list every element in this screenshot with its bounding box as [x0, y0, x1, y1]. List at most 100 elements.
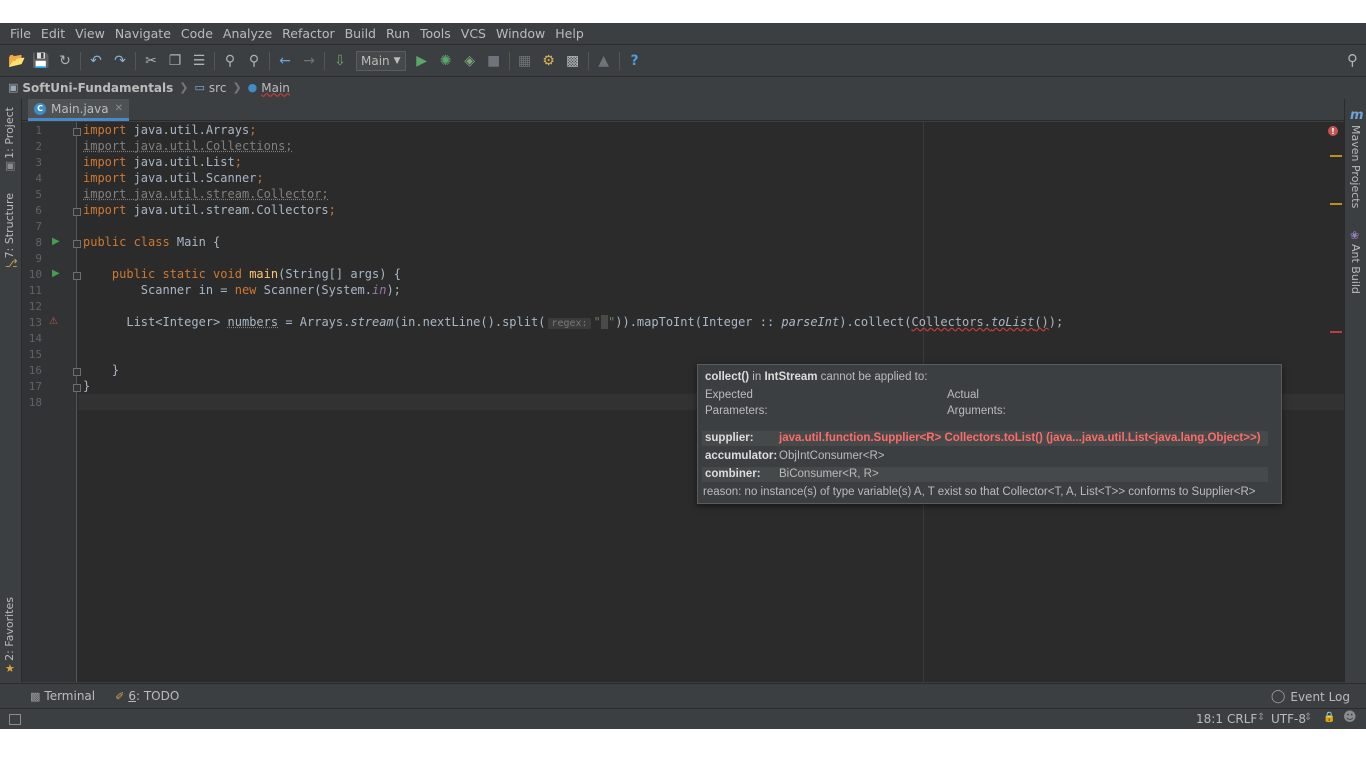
class-icon: ●: [247, 81, 258, 94]
caret-position[interactable]: 18:1: [1196, 712, 1223, 726]
class-icon: C: [34, 102, 46, 115]
menu-build[interactable]: Build: [340, 23, 381, 44]
cut-icon[interactable]: ✂: [139, 49, 163, 73]
settings-icon[interactable]: ⚙: [537, 49, 561, 73]
tool-tab-favorites[interactable]: 2: Favorites: [3, 597, 16, 661]
breadcrumb-folder[interactable]: ▭ src: [195, 81, 227, 95]
undo-icon[interactable]: ↶: [84, 49, 108, 73]
open-folder-icon[interactable]: 📂: [5, 49, 29, 73]
menu-file[interactable]: File: [5, 23, 36, 44]
toolbar-separator: [269, 51, 270, 70]
menu-navigate[interactable]: Navigate: [110, 23, 176, 44]
run-gutter-icon[interactable]: ▶: [52, 236, 60, 247]
forward-icon[interactable]: →: [297, 49, 321, 73]
tool-tab-terminal[interactable]: ▩ Terminal: [30, 689, 95, 703]
find-icon[interactable]: ⚲: [218, 49, 242, 73]
debug-icon[interactable]: ✺: [434, 49, 458, 73]
line-number: 4: [35, 172, 42, 185]
code-text: }: [83, 379, 91, 393]
tool-tab-maven-projects[interactable]: Maven Projects: [1349, 125, 1362, 208]
menu-edit[interactable]: Edit: [36, 23, 70, 44]
breadcrumb-project[interactable]: ▣ SoftUni-Fundamentals: [8, 81, 173, 95]
fold-marker[interactable]: [73, 240, 81, 248]
unused-variable: numbers: [227, 315, 279, 329]
tool-tab-project[interactable]: 1: Project: [3, 107, 16, 159]
line-number: 2: [35, 140, 42, 153]
toggle-tool-windows-icon[interactable]: [9, 714, 21, 725]
keyword: import: [83, 171, 127, 185]
project-structure-icon[interactable]: ▦: [513, 49, 537, 73]
copy-icon[interactable]: ❐: [163, 49, 187, 73]
menu-analyze[interactable]: Analyze: [218, 23, 277, 44]
toolbar-separator: [214, 51, 215, 70]
warning-stripe-marker[interactable]: [1330, 203, 1342, 205]
error-stripe-marker[interactable]: [1330, 331, 1342, 333]
run-configuration-select[interactable]: Main ▼: [356, 50, 406, 71]
line-number: 11: [28, 284, 42, 297]
code-text: );: [1048, 315, 1064, 329]
tool-tab-todo[interactable]: ✐ 6: TODO: [115, 689, 179, 703]
line-number: 8: [35, 236, 42, 249]
toolbar-separator: [587, 51, 589, 70]
line-separator[interactable]: CRLF: [1227, 712, 1257, 726]
project-folder-icon: ▣: [8, 81, 19, 94]
menu-view[interactable]: View: [70, 23, 110, 44]
star-icon: ★: [5, 662, 15, 675]
line-number: 17: [28, 380, 42, 393]
tool-tab-ant-build[interactable]: Ant Build: [1349, 244, 1362, 294]
tooltip-actual-label: Actual: [947, 389, 979, 401]
warning-stripe-marker[interactable]: [1330, 155, 1342, 157]
menu-run[interactable]: Run: [381, 23, 415, 44]
sdk-icon[interactable]: ▩: [561, 49, 585, 73]
synchronize-icon[interactable]: ↻: [53, 49, 77, 73]
code-line: import java.util.List;: [83, 154, 242, 170]
save-all-icon[interactable]: 💾: [29, 49, 53, 73]
chevron-down-icon: ▼: [393, 55, 401, 66]
make-project-icon[interactable]: ⇩: [328, 49, 352, 73]
left-tool-strip: ▣ 1: Project ⎇ 7: Structure 2: Favorites…: [0, 99, 22, 682]
bottom-tool-bar: ▩ Terminal ✐ 6: TODO ◯ Event Log: [0, 683, 1366, 708]
tooltip-param-label: combiner:: [705, 468, 761, 480]
breadcrumb-file[interactable]: ● Main: [248, 81, 290, 95]
menu-window[interactable]: Window: [491, 23, 550, 44]
fold-marker[interactable]: [73, 208, 81, 216]
fold-marker[interactable]: [73, 368, 81, 376]
vcs-icon[interactable]: ▲: [592, 49, 616, 73]
menu-help[interactable]: Help: [550, 23, 589, 44]
redo-icon[interactable]: ↷: [108, 49, 132, 73]
line-number: 7: [35, 220, 42, 233]
run-with-coverage-icon[interactable]: ◈: [458, 49, 482, 73]
back-icon[interactable]: ←: [273, 49, 297, 73]
search-everywhere-icon[interactable]: ⚲: [1347, 51, 1358, 69]
run-icon[interactable]: ▶: [410, 49, 434, 73]
error-gutter-icon[interactable]: ⚠: [49, 316, 58, 327]
menu-code[interactable]: Code: [176, 23, 218, 44]
code-line: import java.util.Arrays;: [83, 122, 256, 138]
hector-icon[interactable]: ☻: [1343, 710, 1357, 725]
tool-tab-structure[interactable]: 7: Structure: [3, 193, 16, 258]
breadcrumb: ▣ SoftUni-Fundamentals ❯ ▭ src ❯ ● Main: [0, 76, 1366, 98]
run-gutter-icon[interactable]: ▶: [52, 268, 60, 279]
tool-tab-event-log[interactable]: ◯ Event Log: [1271, 689, 1350, 704]
paste-icon[interactable]: ☰: [187, 49, 211, 73]
close-icon[interactable]: ✕: [115, 103, 123, 114]
menu-tools[interactable]: Tools: [415, 23, 456, 44]
fold-marker[interactable]: [73, 128, 81, 136]
stop-icon[interactable]: ■: [482, 49, 506, 73]
todo-number: 6: [128, 689, 136, 703]
lock-icon[interactable]: 🔒: [1323, 712, 1335, 723]
fold-marker[interactable]: [73, 272, 81, 280]
tooltip-expected-label: Expected: [705, 389, 753, 401]
help-icon[interactable]: ?: [623, 49, 647, 73]
tooltip-param-label: accumulator:: [705, 450, 778, 462]
menu-vcs[interactable]: VCS: [456, 23, 491, 44]
fold-marker[interactable]: [73, 384, 81, 392]
error-status-icon[interactable]: !: [1328, 126, 1338, 136]
file-encoding[interactable]: UTF-8: [1271, 712, 1306, 726]
editor-tab-label: Main.java: [51, 101, 109, 116]
editor-tab-main[interactable]: C Main.java ✕: [28, 99, 129, 121]
menu-bar: File Edit View Navigate Code Analyze Ref…: [0, 23, 1366, 44]
line-number: 10: [28, 268, 42, 281]
replace-icon[interactable]: ⚲: [242, 49, 266, 73]
menu-refactor[interactable]: Refactor: [277, 23, 339, 44]
